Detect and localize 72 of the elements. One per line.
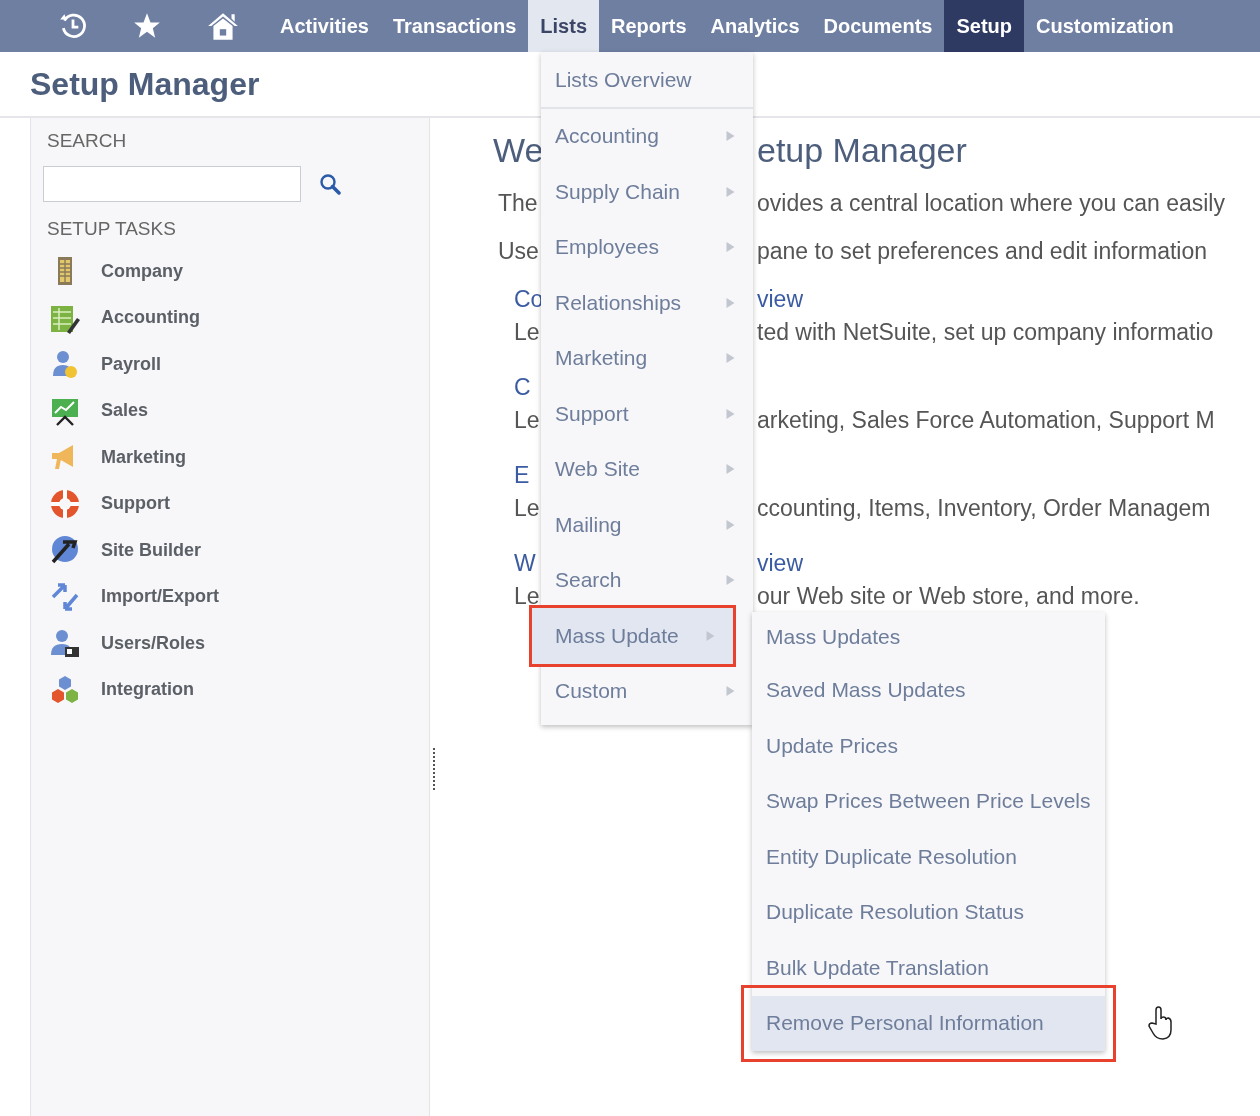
- nav-tab[interactable]: Activities: [268, 0, 381, 52]
- setup-task-link[interactable]: Support: [101, 493, 170, 515]
- menu-item[interactable]: Mass Updates: [752, 612, 1105, 663]
- content-text: ted with NetSuite, set up company informatio: [757, 319, 1214, 345]
- content-text: pane to set preferences and edit information: [757, 237, 1208, 266]
- menu-item[interactable]: Remove Personal Information: [752, 995, 1105, 1051]
- nav-tab[interactable]: Setup: [944, 0, 1024, 52]
- setup-task-link[interactable]: Marketing: [101, 446, 187, 468]
- content-text: etup Manager: [757, 130, 967, 171]
- content-text: The: [498, 190, 538, 216]
- setup-task-link[interactable]: Sales: [101, 400, 149, 422]
- menu-item[interactable]: Supply Chain: [541, 164, 753, 220]
- menu-item[interactable]: Duplicate Resolution Status: [752, 884, 1105, 940]
- setup-task-link[interactable]: Payroll: [101, 353, 162, 375]
- section-label: SETUP TASKS: [46, 218, 177, 240]
- nav-tab[interactable]: Customization: [1024, 0, 1186, 52]
- setup-task-link[interactable]: Company: [101, 260, 183, 282]
- menu-item[interactable]: Employees: [541, 219, 753, 275]
- setup-task-link[interactable]: Users/Roles: [101, 632, 206, 654]
- nav-tab[interactable]: Analytics: [698, 0, 812, 52]
- content-text: Le: [514, 495, 540, 521]
- setup-task-link[interactable]: Accounting: [101, 307, 200, 329]
- user-card-icon: [49, 627, 81, 660]
- menu-item[interactable]: Bulk Update Translation: [752, 940, 1105, 996]
- content-text: ccounting, Items, Inventory, Order Managem: [757, 495, 1211, 521]
- search-icon[interactable]: [319, 173, 341, 195]
- hexagons-icon: [49, 673, 81, 706]
- nav-tab[interactable]: Lists: [528, 0, 599, 52]
- lifebuoy-icon: [49, 487, 81, 520]
- content-text: arketing, Sales Force Automation, Support M: [757, 407, 1215, 433]
- content-text[interactable]: view: [757, 546, 803, 580]
- content-text: We: [493, 131, 544, 169]
- setup-task-link[interactable]: Site Builder: [101, 539, 202, 561]
- splitter-handle[interactable]: [433, 748, 438, 790]
- history-icon[interactable]: [58, 11, 88, 41]
- arrows-icon: [49, 580, 81, 613]
- content-text: Le: [514, 407, 540, 433]
- content-text[interactable]: view: [757, 282, 803, 316]
- menu-item[interactable]: Accounting: [541, 108, 753, 164]
- menu-item[interactable]: Web Site: [541, 441, 753, 497]
- nav-tab[interactable]: Reports: [599, 0, 699, 52]
- menu-item[interactable]: Swap Prices Between Price Levels: [752, 773, 1105, 829]
- section-label: SEARCH: [46, 130, 128, 152]
- content-text[interactable]: W: [514, 550, 536, 576]
- menu-item[interactable]: Mailing: [541, 497, 753, 553]
- hand-pointer-icon: [1148, 1006, 1174, 1040]
- content-text: Use: [498, 238, 539, 264]
- content-text: ovides a central location where you can easily: [757, 189, 1225, 218]
- star-icon[interactable]: [133, 12, 161, 40]
- nav-tab[interactable]: Documents: [811, 0, 945, 52]
- menu-item[interactable]: Mass Update: [532, 608, 733, 664]
- menu-item[interactable]: Marketing: [541, 330, 753, 386]
- menu-item[interactable]: Relationships: [541, 275, 753, 331]
- setup-task-link[interactable]: Integration: [101, 679, 194, 701]
- content-text[interactable]: C: [514, 374, 531, 400]
- menu-item[interactable]: Saved Mass Updates: [752, 662, 1105, 718]
- search-field[interactable]: [43, 166, 301, 202]
- menu-item[interactable]: Support: [541, 386, 753, 442]
- nav-tab[interactable]: Transactions: [380, 0, 529, 52]
- menu-item[interactable]: Update Prices: [752, 718, 1105, 774]
- setup-task-link[interactable]: Import/Export: [101, 586, 219, 608]
- content-text[interactable]: E: [514, 462, 530, 488]
- menu-item[interactable]: Entity Duplicate Resolution: [752, 829, 1105, 885]
- content-text[interactable]: Co: [514, 286, 544, 312]
- home-icon[interactable]: [206, 11, 240, 41]
- content-text: Le: [514, 583, 540, 609]
- menu-item[interactable]: Search: [541, 552, 753, 608]
- content-text: our Web site or Web store, and more.: [757, 583, 1140, 609]
- content-text: Le: [514, 319, 540, 345]
- menu-item[interactable]: Lists Overview: [541, 52, 753, 108]
- menu-item[interactable]: Custom: [541, 663, 753, 719]
- page-title: Setup Manager: [30, 65, 260, 103]
